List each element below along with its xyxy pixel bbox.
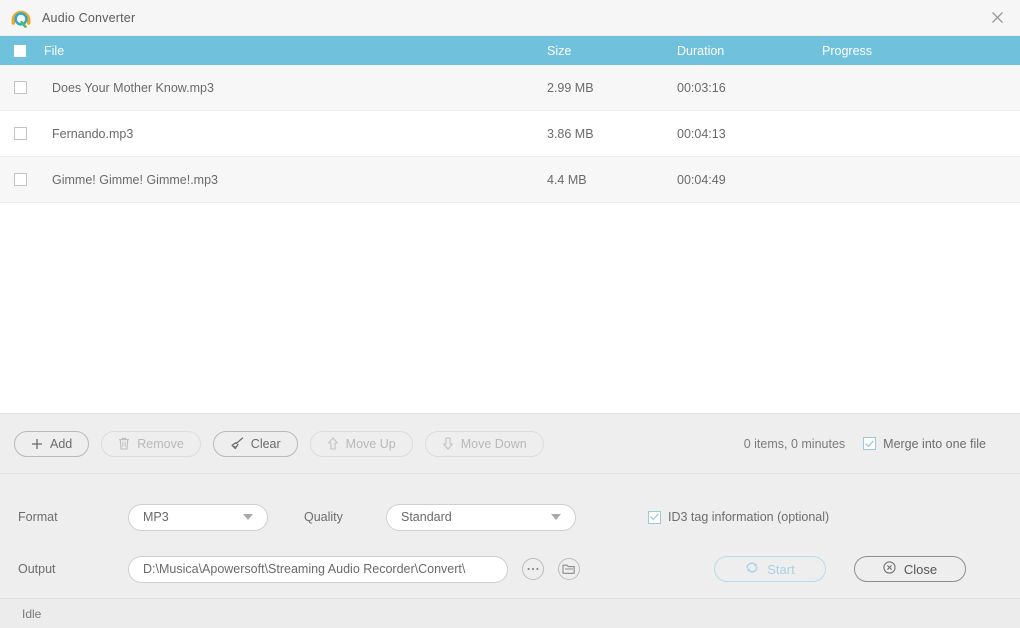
id3-checkbox[interactable] xyxy=(648,510,661,524)
cell-size: 4.4 MB xyxy=(547,172,587,187)
plus-icon xyxy=(31,438,43,450)
remove-button[interactable]: Remove xyxy=(101,430,201,457)
id3-checkbox-label: ID3 tag information (optional) xyxy=(668,510,830,524)
chevron-down-icon xyxy=(243,514,253,520)
cell-duration: 00:04:13 xyxy=(677,126,726,141)
status-text: Idle xyxy=(22,606,42,621)
row-checkbox[interactable] xyxy=(14,81,27,94)
items-counter: 0 items, 0 minutes xyxy=(743,436,846,451)
quality-select[interactable]: Standard xyxy=(386,503,576,531)
move-up-button[interactable]: Move Up xyxy=(309,430,413,457)
row-checkbox-cell xyxy=(0,127,44,140)
window-title: Audio Converter xyxy=(42,10,136,25)
toolbar-right-group: 0 items, 0 minutes Merge into one file xyxy=(744,437,1006,451)
arrow-up-icon xyxy=(327,437,339,450)
clear-button-label: Clear xyxy=(250,436,281,451)
quality-select-value: Standard xyxy=(401,510,452,524)
cell-file-name: Does Your Mother Know.mp3 xyxy=(52,80,214,95)
format-quality-row: Format MP3 Quality Standard ID3 tag info… xyxy=(18,503,1002,531)
output-row: Output D:\Musica\Apowersoft\Streaming Au… xyxy=(18,555,1002,583)
arrow-down-icon xyxy=(442,437,454,450)
status-bar: Idle xyxy=(0,598,1020,628)
remove-button-label: Remove xyxy=(137,436,184,451)
column-header-duration[interactable]: Duration xyxy=(677,44,822,58)
move-up-button-label: Move Up xyxy=(345,436,396,451)
file-list[interactable]: Does Your Mother Know.mp3 2.99 MB 00:03:… xyxy=(0,65,1020,413)
cell-file-name: Fernando.mp3 xyxy=(52,126,134,141)
output-label: Output xyxy=(18,562,56,576)
clear-button[interactable]: Clear xyxy=(212,430,298,457)
id3-tag-toggle[interactable]: ID3 tag information (optional) xyxy=(648,510,829,524)
add-button[interactable]: Add xyxy=(14,430,90,457)
table-row[interactable]: Does Your Mother Know.mp3 2.99 MB 00:03:… xyxy=(0,65,1020,111)
select-all-cell xyxy=(0,44,44,57)
select-all-checkbox[interactable] xyxy=(14,44,26,57)
file-table-header: File Size Duration Progress xyxy=(0,36,1020,65)
cell-file-name: Gimme! Gimme! Gimme!.mp3 xyxy=(52,172,218,187)
ellipsis-icon[interactable] xyxy=(522,558,544,580)
open-folder-icon[interactable] xyxy=(558,558,580,580)
column-header-progress[interactable]: Progress xyxy=(822,44,1020,58)
row-checkbox-cell xyxy=(0,81,44,94)
audio-converter-logo-icon xyxy=(10,7,32,29)
close-button[interactable]: Close xyxy=(854,556,966,582)
start-button[interactable]: Start xyxy=(714,556,826,582)
cell-duration: 00:03:16 xyxy=(677,80,726,95)
chevron-down-icon xyxy=(551,514,561,520)
cell-size: 3.86 MB xyxy=(547,126,594,141)
trash-icon xyxy=(118,437,130,450)
settings-panel: Format MP3 Quality Standard ID3 tag info… xyxy=(0,473,1020,598)
table-row[interactable]: Gimme! Gimme! Gimme!.mp3 4.4 MB 00:04:49 xyxy=(0,157,1020,203)
move-down-button[interactable]: Move Down xyxy=(424,430,544,457)
broom-icon xyxy=(230,437,244,450)
merge-into-one-file-toggle[interactable]: Merge into one file xyxy=(863,437,986,451)
start-button-label: Start xyxy=(767,561,795,577)
action-buttons-group: Start Close xyxy=(714,556,1002,582)
convert-refresh-icon xyxy=(745,561,759,577)
add-button-label: Add xyxy=(50,436,73,451)
title-bar: Audio Converter xyxy=(0,0,1020,36)
merge-checkbox[interactable] xyxy=(863,437,877,450)
cell-duration: 00:04:49 xyxy=(677,172,726,187)
row-checkbox[interactable] xyxy=(14,173,27,186)
column-header-size[interactable]: Size xyxy=(547,44,677,58)
format-select[interactable]: MP3 xyxy=(128,503,268,531)
format-label: Format xyxy=(18,510,58,524)
format-select-value: MP3 xyxy=(143,510,169,524)
table-row[interactable]: Fernando.mp3 3.86 MB 00:04:13 xyxy=(0,111,1020,157)
list-toolbar: Add Remove Clear Move Up Move Down 0 ite… xyxy=(0,413,1020,473)
row-checkbox[interactable] xyxy=(14,127,27,140)
close-icon[interactable] xyxy=(974,0,1020,35)
close-button-label: Close xyxy=(903,561,938,577)
row-checkbox-cell xyxy=(0,173,44,186)
cell-size: 2.99 MB xyxy=(547,80,594,95)
column-header-file[interactable]: File xyxy=(44,44,547,58)
merge-checkbox-label: Merge into one file xyxy=(883,436,986,451)
circle-x-icon xyxy=(883,561,896,577)
move-down-button-label: Move Down xyxy=(460,436,527,451)
output-path-input[interactable] xyxy=(128,555,508,583)
audio-converter-window: Audio Converter File Size Duration Progr… xyxy=(0,0,1020,628)
